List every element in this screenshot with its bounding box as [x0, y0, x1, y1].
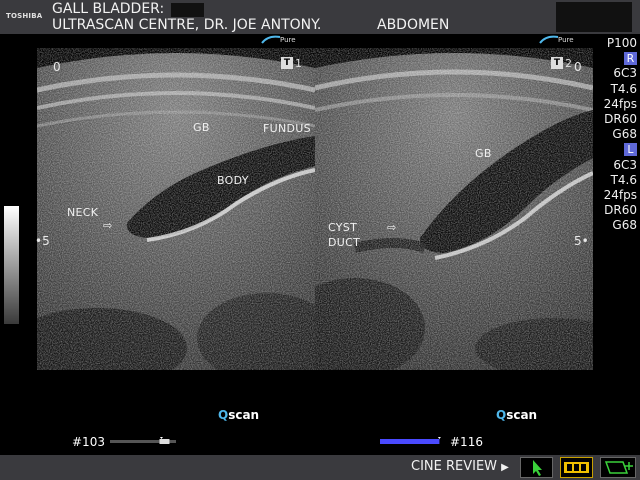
arrow-pointer-icon: ⇨ — [387, 221, 397, 234]
param-l-gain: G68 — [612, 218, 637, 233]
image-index-left: 1 — [295, 57, 302, 70]
param-r-gain: G68 — [612, 127, 637, 142]
label-cyst: CYST — [328, 221, 358, 234]
header-bar: TOSHIBA GALL BLADDER: ULTRASCAN CENTRE, … — [0, 0, 640, 34]
slider-caret-icon — [437, 437, 441, 439]
qscan-q: Q — [496, 408, 507, 422]
depth-value: 5 — [574, 234, 582, 248]
preset-label: P100 — [606, 36, 637, 50]
imaging-params: P100 R 6C3 T4.6 24fps DR60 G68 L 6C3 T4.… — [597, 36, 637, 234]
label-neck: NECK — [67, 206, 99, 219]
cine-slider-left[interactable] — [110, 437, 176, 445]
param-r-dr: DR60 — [604, 112, 637, 127]
qscan-label-left: Qscan — [218, 408, 259, 422]
qscan-rest: scan — [506, 408, 538, 422]
footer-bar: CINE REVIEW ▶ — [0, 455, 640, 480]
param-l-dr: DR60 — [604, 203, 637, 218]
grayscale-bar — [4, 206, 19, 324]
param-l-freq: 6C3 — [613, 157, 637, 172]
ultrasound-image-right[interactable] — [315, 48, 593, 370]
label-fundus: FUNDUS — [263, 122, 311, 135]
param-r-fps: 24fps — [603, 96, 637, 111]
cine-review-text: CINE REVIEW — [411, 459, 498, 474]
redacted-name — [171, 3, 204, 17]
exam-title: GALL BLADDER: — [52, 1, 165, 17]
slider-caret-icon — [159, 437, 163, 439]
redacted-date-block — [556, 2, 632, 32]
qscan-rest: scan — [228, 408, 260, 422]
param-l-fps: 24fps — [603, 188, 637, 203]
annotation-button[interactable] — [600, 457, 636, 478]
frame-number-right: #116 — [450, 435, 483, 449]
right-badge: R — [624, 52, 637, 66]
param-l-t: T4.6 — [610, 172, 637, 187]
study-type: ABDOMEN — [377, 17, 450, 33]
image-index-right: 2 — [565, 57, 572, 70]
pure-text: Pure — [280, 36, 296, 44]
film-strip-icon — [564, 462, 589, 473]
label-body: BODY — [217, 174, 249, 187]
pure-brand-icon: Pure — [261, 35, 296, 44]
label-duct: DUCT — [328, 236, 361, 249]
annotation-add-icon — [604, 461, 633, 474]
label-gb-right: GB — [475, 147, 492, 160]
toshiba-logo: TOSHIBA — [6, 12, 43, 20]
centre-name: ULTRASCAN CENTRE, DR. JOE ANTONY. — [52, 17, 322, 33]
left-badge: L — [624, 143, 637, 157]
transducer-mark-right: T — [551, 57, 563, 69]
pointer-button[interactable] — [520, 457, 553, 478]
pure-brand-icon: Pure — [539, 35, 574, 44]
label-gb-left: GB — [193, 121, 210, 134]
depth-marker-mid-right: 5• — [574, 234, 589, 248]
param-r-t: T4.6 — [610, 81, 637, 96]
cine-slider-right[interactable] — [380, 437, 446, 445]
slider-fill — [380, 439, 440, 444]
arrow-pointer-icon: ⇨ — [103, 219, 113, 232]
cursor-arrow-icon — [533, 460, 542, 476]
transducer-mark-left: T — [281, 57, 293, 69]
qscan-q: Q — [218, 408, 229, 422]
play-triangle-icon: ▶ — [501, 462, 509, 473]
depth-marker-top-right: 0 — [574, 60, 582, 74]
qscan-label-right: Qscan — [496, 408, 537, 422]
pure-text: Pure — [558, 36, 574, 44]
frame-number-left: #103 — [72, 435, 105, 449]
depth-marker-mid-left: •5 — [35, 234, 50, 248]
slider-handle[interactable] — [159, 439, 170, 444]
depth-value: 5 — [42, 234, 50, 248]
film-button[interactable] — [560, 457, 593, 478]
depth-marker-top-left: 0 — [53, 60, 61, 74]
param-r-freq: 6C3 — [613, 66, 637, 81]
cine-review-label: CINE REVIEW ▶ — [411, 459, 509, 474]
